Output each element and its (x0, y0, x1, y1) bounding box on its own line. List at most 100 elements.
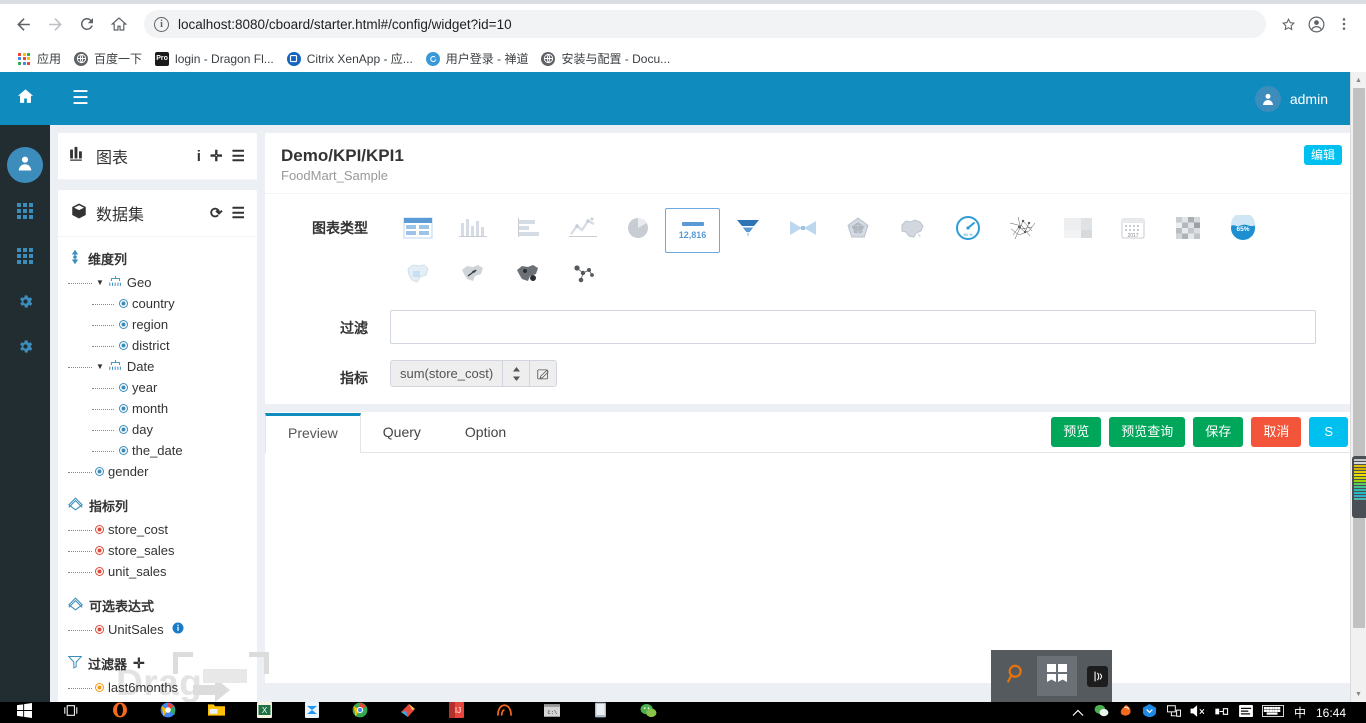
tree-group-expressions[interactable]: 可选表达式 (58, 592, 257, 619)
chart-type-column[interactable] (445, 208, 500, 253)
sidebar-item-home[interactable] (0, 72, 50, 125)
chart-type-table[interactable] (390, 208, 445, 253)
taskbar-chrome-canary[interactable] (144, 702, 192, 723)
tab-query[interactable]: Query (361, 412, 443, 452)
tray-wechat[interactable] (1090, 702, 1114, 723)
tree-node-country[interactable]: country (58, 293, 257, 314)
tree-group-filters[interactable]: 过滤器 ✛ (58, 650, 257, 677)
bookmark-zentao[interactable]: 用户登录 - 禅道 (419, 48, 535, 69)
tree-node-year[interactable]: year (58, 377, 257, 398)
filter-input[interactable] (390, 310, 1316, 345)
taskbar-intellij[interactable]: IJ (432, 702, 480, 723)
chart-type-treemap[interactable] (1050, 208, 1105, 253)
chevron-down-icon[interactable]: ▼ (96, 278, 104, 287)
tray-tencent[interactable] (1138, 702, 1162, 723)
add-filter-button[interactable]: ✛ (133, 655, 145, 672)
tray-show-hidden[interactable] (1066, 702, 1090, 723)
chart-type-bar[interactable] (500, 208, 555, 253)
show-desktop-button[interactable] (1354, 702, 1360, 723)
preview-button[interactable]: 预览 (1051, 417, 1102, 448)
tree-node-gender[interactable]: gender (58, 461, 257, 482)
add-tool[interactable]: ✛ (210, 149, 223, 164)
info-icon[interactable] (172, 622, 184, 637)
scrollbar-thumb[interactable] (1353, 88, 1365, 628)
chart-type-pie[interactable] (610, 208, 665, 253)
save-button[interactable]: 保存 (1193, 417, 1244, 448)
tab-option[interactable]: Option (443, 412, 528, 452)
taskbar-sketch[interactable] (384, 702, 432, 723)
tree-node-date[interactable]: ▼ Date (58, 356, 257, 377)
sidebar-item-admin[interactable] (0, 326, 50, 371)
tree-node-month[interactable]: month (58, 398, 257, 419)
tree-group-dimensions[interactable]: 维度列 (58, 245, 257, 272)
tree-node-store-sales[interactable]: store_sales (58, 540, 257, 561)
three-dot-menu-icon[interactable] (1330, 10, 1358, 38)
bookmark-baidu[interactable]: 百度一下 (67, 48, 148, 69)
bookmark-apps[interactable]: 应用 (10, 48, 67, 69)
taskbar-wechat[interactable] (624, 702, 672, 723)
chart-type-map-bubble[interactable] (500, 253, 555, 298)
chart-type-radar[interactable] (830, 208, 885, 253)
chart-type-gauge[interactable]: 80 % (940, 208, 995, 253)
tray-volume[interactable] (1186, 702, 1210, 723)
cancel-button[interactable]: 取消 (1251, 417, 1302, 448)
taskbar-clock[interactable]: 16:44 (1312, 706, 1354, 720)
home-icon[interactable] (104, 9, 134, 39)
chart-type-funnel[interactable] (720, 208, 775, 253)
menu-tool[interactable]: ☰ (232, 149, 245, 164)
chart-type-map-region[interactable] (390, 253, 445, 298)
chart-type-map-route[interactable] (445, 253, 500, 298)
tree-group-measures[interactable]: 指标列 (58, 492, 257, 519)
tray-action-center[interactable] (1234, 702, 1258, 723)
s-button[interactable]: S (1309, 417, 1348, 448)
tree-node-region[interactable]: region (58, 314, 257, 335)
preview-query-button[interactable]: 预览查询 (1109, 417, 1186, 448)
tray-thunder[interactable] (1114, 702, 1138, 723)
taskbar-sublime[interactable] (288, 702, 336, 723)
tray-keyboard[interactable] (1258, 702, 1288, 723)
taskbar-cmd[interactable]: C:\ (528, 702, 576, 723)
scroll-down-arrow-icon[interactable]: ▼ (1351, 686, 1366, 702)
tree-node-geo[interactable]: ▼ Geo (58, 272, 257, 293)
chart-type-line[interactable] (555, 208, 610, 253)
tree-node-last6months[interactable]: last6months (58, 677, 257, 698)
taskbar-taskview[interactable] (48, 702, 96, 723)
metric-selector[interactable]: sum(store_cost) (390, 360, 558, 388)
tray-power[interactable] (1210, 702, 1234, 723)
tree-node-day[interactable]: day (58, 419, 257, 440)
taskbar-amd[interactable] (480, 702, 528, 723)
taskbar-excel[interactable]: X (240, 702, 288, 723)
bookmark-citrix[interactable]: Citrix XenApp - 应... (280, 48, 419, 69)
chart-type-map-scatter[interactable] (555, 253, 610, 298)
up-down-stepper-icon[interactable] (502, 361, 530, 387)
tree-node-district[interactable]: district (58, 335, 257, 356)
taskbar-device[interactable] (576, 702, 624, 723)
chart-type-kpi[interactable]: 12,816 (665, 208, 720, 254)
sidebar-item-dashboard[interactable] (0, 191, 50, 236)
scroll-up-arrow-icon[interactable]: ▲ (1351, 72, 1366, 88)
tree-node-unitsales-expr[interactable]: UnitSales (58, 619, 257, 640)
info-tool[interactable]: i (197, 149, 201, 164)
menu-tool[interactable]: ☰ (232, 206, 245, 221)
profile-avatar-icon[interactable] (1302, 10, 1330, 38)
tray-ime[interactable]: 中 (1288, 702, 1312, 723)
chart-type-calendar[interactable]: 2017 (1105, 208, 1160, 253)
chart-type-relation[interactable] (995, 208, 1050, 253)
launcher-search[interactable] (997, 656, 1037, 696)
sidebar-item-widgets[interactable] (0, 236, 50, 281)
refresh-tool[interactable]: ⟳ (210, 206, 223, 221)
launcher-media[interactable] (1077, 656, 1117, 696)
edit-pencil-icon[interactable] (529, 361, 557, 387)
taskbar-explorer[interactable] (192, 702, 240, 723)
chart-type-heatmap[interactable] (1160, 208, 1215, 253)
taskbar-chrome[interactable] (336, 702, 384, 723)
page-scrollbar[interactable]: ▲ ▼ (1350, 72, 1366, 702)
back-arrow-icon[interactable] (8, 9, 38, 39)
edit-button[interactable]: 编辑 (1303, 145, 1342, 166)
reload-icon[interactable] (72, 9, 102, 39)
bookmark-docs[interactable]: 安装与配置 - Docu... (534, 48, 676, 69)
tree-node-store-cost[interactable]: store_cost (58, 519, 257, 540)
forward-arrow-icon[interactable] (40, 9, 70, 39)
chart-type-sankey[interactable] (775, 208, 830, 253)
chevron-down-icon[interactable]: ▼ (96, 362, 104, 371)
